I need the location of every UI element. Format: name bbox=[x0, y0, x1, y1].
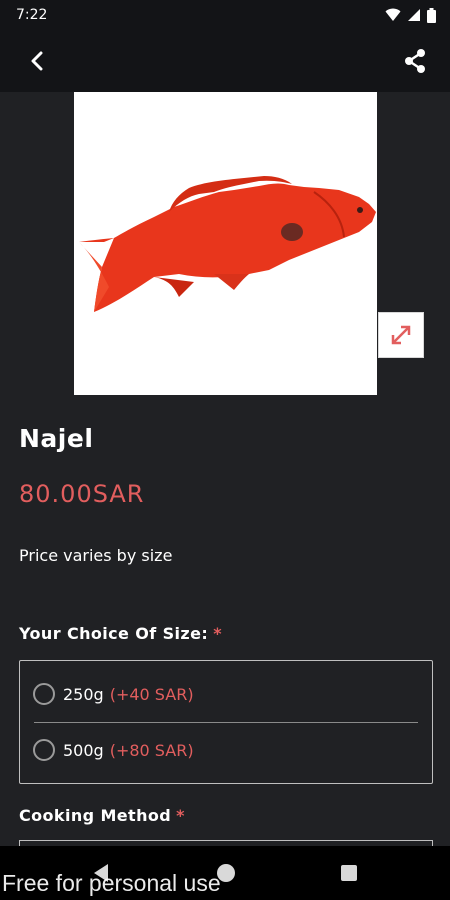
cooking-section-title-text: Cooking Method bbox=[19, 806, 172, 825]
app-bar bbox=[0, 30, 450, 92]
option-extra-price: (+80 SAR) bbox=[109, 740, 194, 760]
size-option-250g[interactable]: 250g (+40 SAR) bbox=[33, 679, 421, 709]
product-price: 80.00SAR bbox=[19, 480, 145, 508]
wifi-icon bbox=[385, 8, 401, 21]
status-bar: 7:22 bbox=[0, 0, 450, 30]
product-name: Najel bbox=[19, 424, 94, 453]
back-button[interactable] bbox=[20, 46, 54, 76]
red-fish-image bbox=[79, 176, 376, 312]
nav-recent-apps-icon[interactable] bbox=[341, 865, 357, 881]
option-label: 500g bbox=[63, 740, 104, 760]
divider bbox=[34, 722, 418, 723]
required-mark: * bbox=[176, 806, 185, 825]
share-icon bbox=[405, 49, 425, 73]
status-time: 7:22 bbox=[16, 7, 48, 23]
size-option-500g[interactable]: 500g (+80 SAR) bbox=[33, 735, 421, 765]
back-arrow-icon bbox=[31, 51, 43, 71]
battery-icon bbox=[427, 7, 436, 23]
radio-button[interactable] bbox=[33, 739, 55, 761]
option-label: 250g bbox=[63, 684, 104, 704]
required-mark: * bbox=[213, 624, 222, 643]
product-image bbox=[74, 92, 377, 395]
share-button[interactable] bbox=[398, 45, 432, 77]
cooking-section-title: Cooking Method * bbox=[19, 806, 185, 825]
price-note: Price varies by size bbox=[19, 546, 173, 565]
expand-icon bbox=[391, 325, 411, 345]
size-section-title-text: Your Choice Of Size: bbox=[19, 624, 209, 643]
size-options: 250g (+40 SAR) 500g (+80 SAR) bbox=[19, 660, 433, 784]
size-section-title: Your Choice Of Size: * bbox=[19, 624, 222, 643]
option-extra-price: (+40 SAR) bbox=[109, 684, 194, 704]
watermark: Free for personal use bbox=[2, 870, 221, 896]
expand-image-button[interactable] bbox=[378, 312, 424, 358]
signal-icon bbox=[408, 9, 420, 21]
status-icons bbox=[385, 7, 436, 23]
radio-button[interactable] bbox=[33, 683, 55, 705]
